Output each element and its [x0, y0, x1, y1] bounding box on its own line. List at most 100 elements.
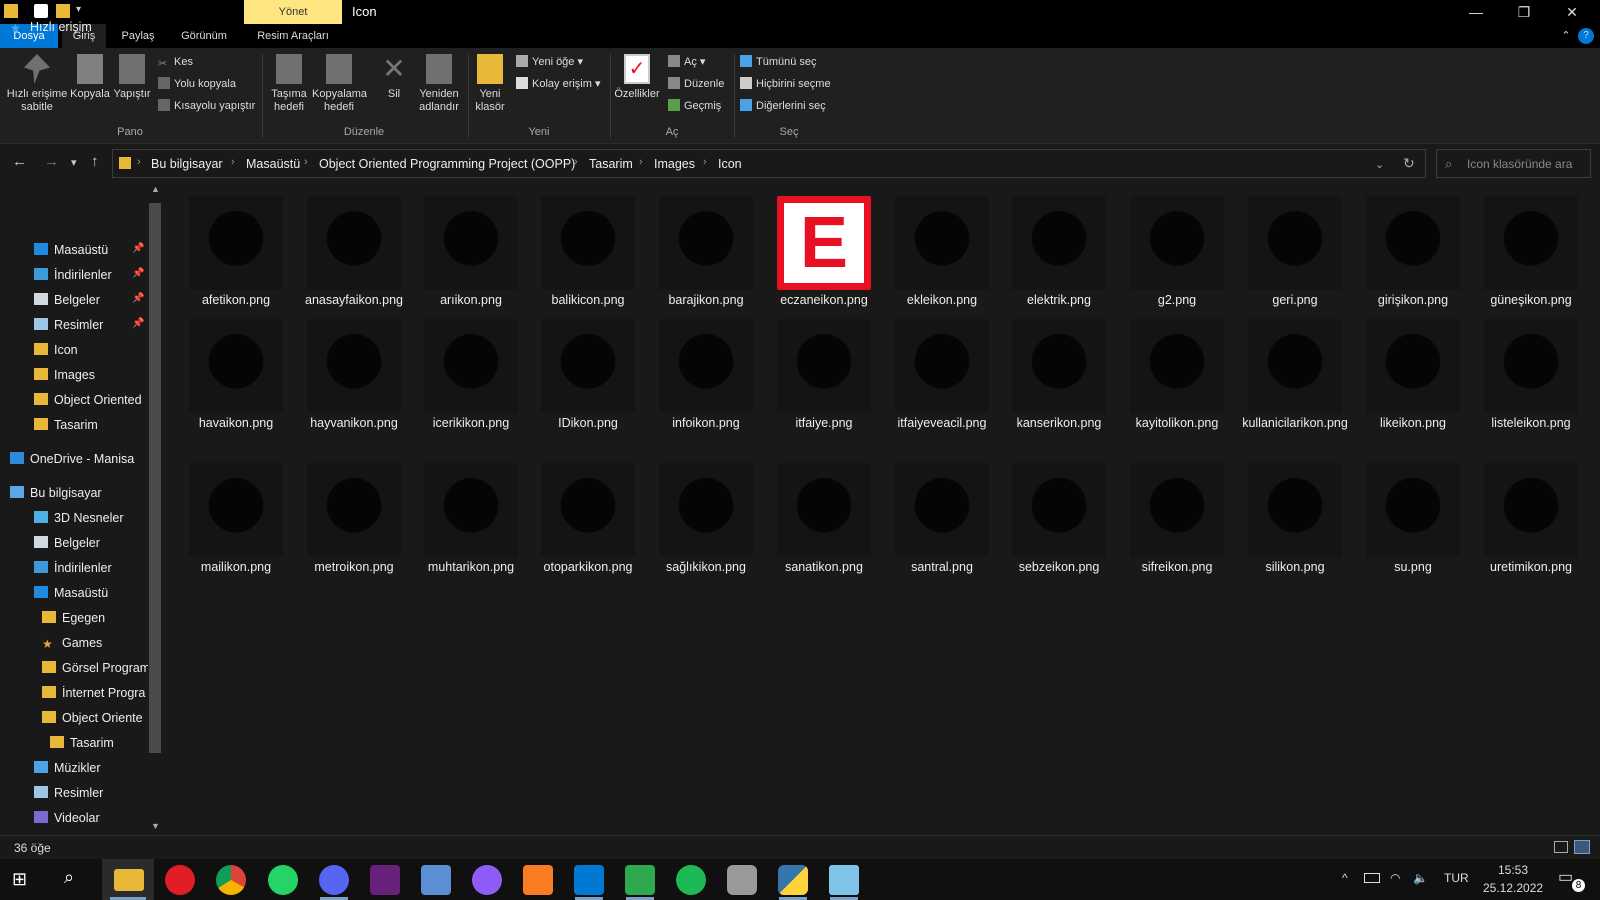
properties-button[interactable]: ✓ Özellikler — [612, 54, 662, 101]
file-item[interactable]: sağlıkikon.png — [650, 463, 762, 575]
sidebar-item-onedrive-manisa[interactable]: OneDrive - Manisa — [10, 448, 148, 470]
pin-quick-access-button[interactable]: Hızlı erişime sabitle — [4, 54, 70, 114]
volume-icon[interactable]: 🔈 — [1413, 871, 1428, 885]
sidebar-item-tasarim[interactable]: Tasarim — [50, 732, 148, 754]
taskbar-search-icon[interactable]: ⌕ — [64, 867, 74, 888]
sidebar-item-masaüstü[interactable]: Masaüstü — [34, 582, 148, 604]
file-item[interactable]: sebzeikon.png — [1003, 463, 1115, 575]
visual-studio-icon[interactable] — [370, 865, 400, 895]
file-item[interactable]: metroikon.png — [298, 463, 410, 575]
file-item[interactable]: sanatikon.png — [768, 463, 880, 575]
pin-icon[interactable]: 📌 — [132, 293, 144, 304]
tray-chevron-icon[interactable]: ^ — [1342, 871, 1348, 885]
file-item[interactable]: likeikon.png — [1357, 319, 1469, 431]
file-item[interactable]: ekleikon.png — [886, 196, 998, 308]
sidebar-item-images[interactable]: Images — [34, 364, 148, 386]
new-item-button[interactable]: Yeni öğe ▾ — [516, 54, 583, 70]
sidebar-item-müzikler[interactable]: Müzikler — [34, 757, 148, 779]
forward-arrow-icon[interactable]: → — [44, 153, 59, 170]
sidebar-item-belgeler[interactable]: Belgeler — [34, 532, 148, 554]
scroll-down-icon[interactable]: ▼ — [151, 821, 160, 831]
back-arrow-icon[interactable]: ← — [12, 153, 27, 170]
vscode-icon[interactable] — [574, 865, 604, 895]
pin-icon[interactable]: 📌 — [132, 318, 144, 329]
language-indicator[interactable]: TUR — [1444, 871, 1469, 885]
scroll-up-icon[interactable]: ▲ — [151, 184, 160, 194]
close-button[interactable]: ✕ — [1548, 0, 1596, 24]
invert-selection-button[interactable]: Diğerlerini seç — [740, 98, 826, 114]
open-button[interactable]: Aç ▾ — [668, 54, 705, 70]
file-item[interactable]: girişikon.png — [1357, 196, 1469, 308]
file-item[interactable]: barajikon.png — [650, 196, 762, 308]
breadcrumb-item[interactable]: Masaüstü — [246, 157, 300, 171]
file-item[interactable]: havaikon.png — [180, 319, 292, 431]
gaming-icon[interactable] — [625, 865, 655, 895]
discord-icon[interactable] — [319, 865, 349, 895]
breadcrumb-item[interactable]: Images — [654, 157, 695, 171]
sidebar-item-masaüstü[interactable]: Masaüstü — [34, 239, 148, 261]
sidebar-item-i-ndirilenler[interactable]: İndirilenler — [34, 264, 148, 286]
sidebar-item-resimler[interactable]: Resimler — [34, 782, 148, 804]
minimize-button[interactable]: — — [1452, 0, 1500, 24]
whatsapp-icon[interactable] — [268, 865, 298, 895]
select-none-button[interactable]: Hiçbirini seçme — [740, 76, 831, 92]
file-item[interactable]: santral.png — [886, 463, 998, 575]
file-item[interactable]: hayvanikon.png — [298, 319, 410, 431]
breadcrumb-item[interactable]: Tasarim — [589, 157, 633, 171]
maximize-button[interactable]: ❐ — [1500, 0, 1548, 24]
paste-button[interactable]: Yapıştır — [112, 54, 152, 101]
file-item[interactable]: kayitolikon.png — [1121, 319, 1233, 431]
file-explorer-icon[interactable] — [114, 869, 144, 891]
file-item[interactable]: infoikon.png — [650, 319, 762, 431]
file-item[interactable]: uretimikon.png — [1475, 463, 1587, 575]
wifi-icon[interactable]: ◠ — [1390, 871, 1400, 885]
sidebar-item-bu-bilgisayar[interactable]: Bu bilgisayar — [10, 482, 148, 504]
sidebar-item-görsel-programl[interactable]: Görsel Programl — [42, 657, 148, 679]
file-item[interactable]: Eeczaneikon.png — [768, 196, 880, 308]
manage-context-tab[interactable]: Yönet — [244, 0, 342, 24]
file-item[interactable]: elektrik.png — [1003, 196, 1115, 308]
cut-button[interactable]: ✂ Kes — [158, 54, 193, 70]
file-item[interactable]: balikicon.png — [532, 196, 644, 308]
sidebar-item-tasarim[interactable]: Tasarim — [34, 414, 148, 436]
file-item[interactable]: itfaiye.png — [768, 319, 880, 431]
file-item[interactable]: IDikon.png — [532, 319, 644, 431]
virtualbox-icon[interactable] — [421, 865, 451, 895]
file-item[interactable]: icerikikon.png — [415, 319, 527, 431]
clock-time[interactable]: 15:53 — [1498, 863, 1528, 877]
copy-to-button[interactable]: Kopyalama hedefi — [312, 54, 367, 114]
pin-icon[interactable]: 📌 — [132, 268, 144, 279]
file-item[interactable]: arıikon.png — [415, 196, 527, 308]
up-arrow-icon[interactable]: ↑ — [91, 153, 99, 170]
file-item[interactable]: otoparkikon.png — [532, 463, 644, 575]
sidebar-item-icon[interactable]: Icon — [34, 339, 148, 361]
move-to-button[interactable]: Taşıma hedefi — [266, 54, 312, 114]
easy-access-button[interactable]: Kolay erişim ▾ — [516, 76, 600, 92]
address-bar[interactable]: › Bu bilgisayar › Masaüstü › Object Orie… — [112, 149, 1426, 178]
sidebar-item-hızlı-erişim[interactable]: ★ Hızlı erişim — [10, 16, 148, 38]
battery-icon[interactable] — [1364, 873, 1380, 883]
sidebar-item-i-ndirilenler[interactable]: İndirilenler — [34, 557, 148, 579]
file-item[interactable]: g2.png — [1121, 196, 1233, 308]
sidebar-item-videolar[interactable]: Videolar — [34, 807, 148, 829]
file-item[interactable]: geri.png — [1239, 196, 1351, 308]
sidebar-item-3d-nesneler[interactable]: 3D Nesneler — [34, 507, 148, 529]
edit-button[interactable]: Düzenle — [668, 76, 724, 92]
file-item[interactable]: silikon.png — [1239, 463, 1351, 575]
history-dropdown-icon[interactable]: ⌄ — [1375, 158, 1384, 171]
sidebar-item-i-nternet-progra[interactable]: İnternet Progra — [42, 682, 148, 704]
select-all-button[interactable]: Tümünü seç — [740, 54, 817, 70]
help-icon[interactable]: ? — [1578, 28, 1594, 44]
tab-gorunum[interactable]: Görünüm — [172, 24, 236, 48]
xampp-icon[interactable] — [523, 865, 553, 895]
sidebar-item-games[interactable]: ★ Games — [42, 632, 148, 654]
delete-button[interactable]: ✕ Sil — [376, 54, 412, 101]
file-item[interactable]: kullanicilarikon.png — [1239, 319, 1351, 431]
sidebar-item-belgeler[interactable]: Belgeler — [34, 289, 148, 311]
pin-icon[interactable]: 📌 — [132, 243, 144, 254]
refresh-icon[interactable]: ↻ — [1403, 155, 1415, 172]
large-icons-view-icon[interactable] — [1574, 840, 1590, 854]
file-item[interactable]: kanserikon.png — [1003, 319, 1115, 431]
notification-icon[interactable]: ▭ — [1558, 867, 1573, 887]
opera-icon[interactable] — [165, 865, 195, 895]
